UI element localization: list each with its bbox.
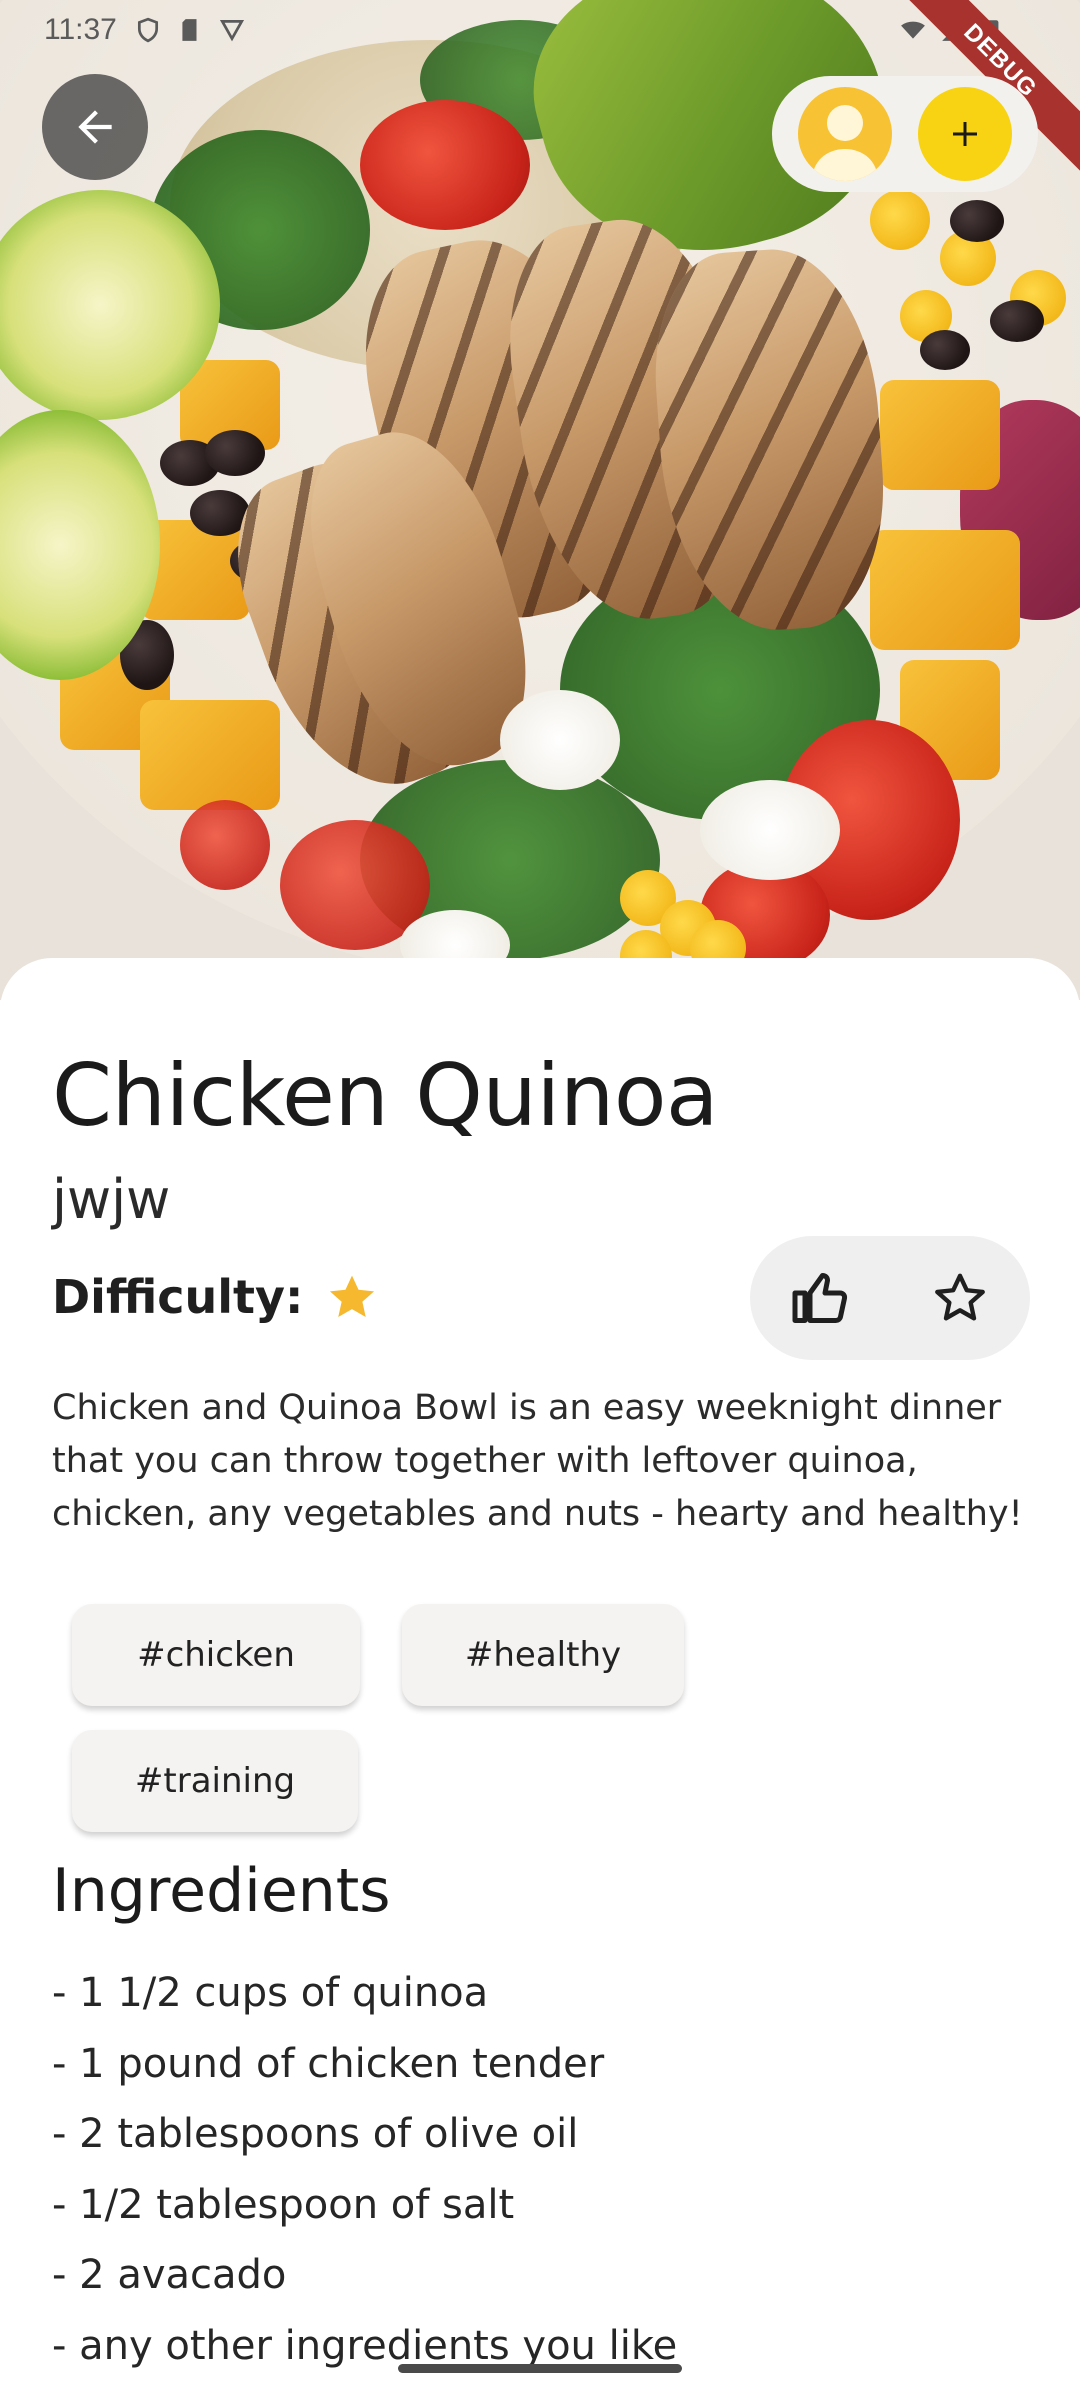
- wifi-icon: [901, 21, 925, 39]
- ingredient-item: - 2 avacado: [52, 2252, 287, 2298]
- recipe-description: Chicken and Quinoa Bowl is an easy weekn…: [52, 1388, 1023, 1534]
- recipe-title: Chicken Quinoa: [52, 1046, 719, 1146]
- mango: [880, 380, 1000, 490]
- mango: [870, 530, 1020, 650]
- black-bean: [920, 330, 970, 370]
- arrow-back-icon: [78, 110, 112, 144]
- black-bean: [990, 300, 1044, 342]
- reaction-actions: [750, 1236, 1030, 1360]
- black-bean: [205, 430, 265, 476]
- mango: [140, 700, 280, 810]
- vpn-key-icon: [219, 19, 244, 42]
- ingredients-list: - 1 1/2 cups of quinoa - 1 pound of chic…: [52, 1958, 677, 2381]
- status-time: 11:37: [44, 13, 117, 46]
- favorite-button[interactable]: [927, 1265, 993, 1331]
- tag-chip[interactable]: #training: [72, 1730, 358, 1832]
- sim-card-icon: [182, 19, 197, 41]
- star-filled-icon: [330, 1275, 375, 1318]
- tag-chip[interactable]: #chicken: [72, 1604, 360, 1706]
- ingredients-heading: Ingredients: [52, 1856, 391, 1926]
- ingredient-item: - 1 pound of chicken tender: [52, 2040, 605, 2087]
- ingredient-item: - 1/2 tablespoon of salt: [52, 2181, 515, 2228]
- shield-icon: [137, 17, 158, 43]
- like-button[interactable]: [787, 1265, 853, 1331]
- recipe-detail-sheet: Chicken Quinoa jwjw Difficulty: Chicken …: [0, 958, 1080, 2400]
- add-recipe-button[interactable]: [918, 87, 1012, 181]
- tomato: [180, 800, 270, 890]
- profile-avatar-button[interactable]: [798, 87, 892, 181]
- recipe-author: jwjw: [52, 1168, 171, 1231]
- tomato: [360, 100, 530, 230]
- difficulty-label: Difficulty:: [52, 1270, 304, 1324]
- top-actions: [772, 76, 1038, 192]
- thumb-up-icon: [792, 1273, 848, 1323]
- home-indicator[interactable]: [398, 2364, 682, 2373]
- feta: [500, 690, 620, 790]
- ingredient-item: - 2 tablespoons of olive oil: [52, 2111, 579, 2157]
- back-button[interactable]: [42, 74, 148, 180]
- person-icon: [812, 105, 878, 181]
- feta: [700, 780, 840, 880]
- difficulty-row: Difficulty:: [52, 1270, 379, 1324]
- corn: [870, 190, 930, 250]
- plus-icon: [953, 122, 977, 146]
- black-bean: [950, 200, 1004, 242]
- ingredient-item: - 1 1/2 cups of quinoa: [52, 1970, 489, 2016]
- tag-chip[interactable]: #healthy: [402, 1604, 684, 1706]
- star-outline-icon: [935, 1273, 985, 1321]
